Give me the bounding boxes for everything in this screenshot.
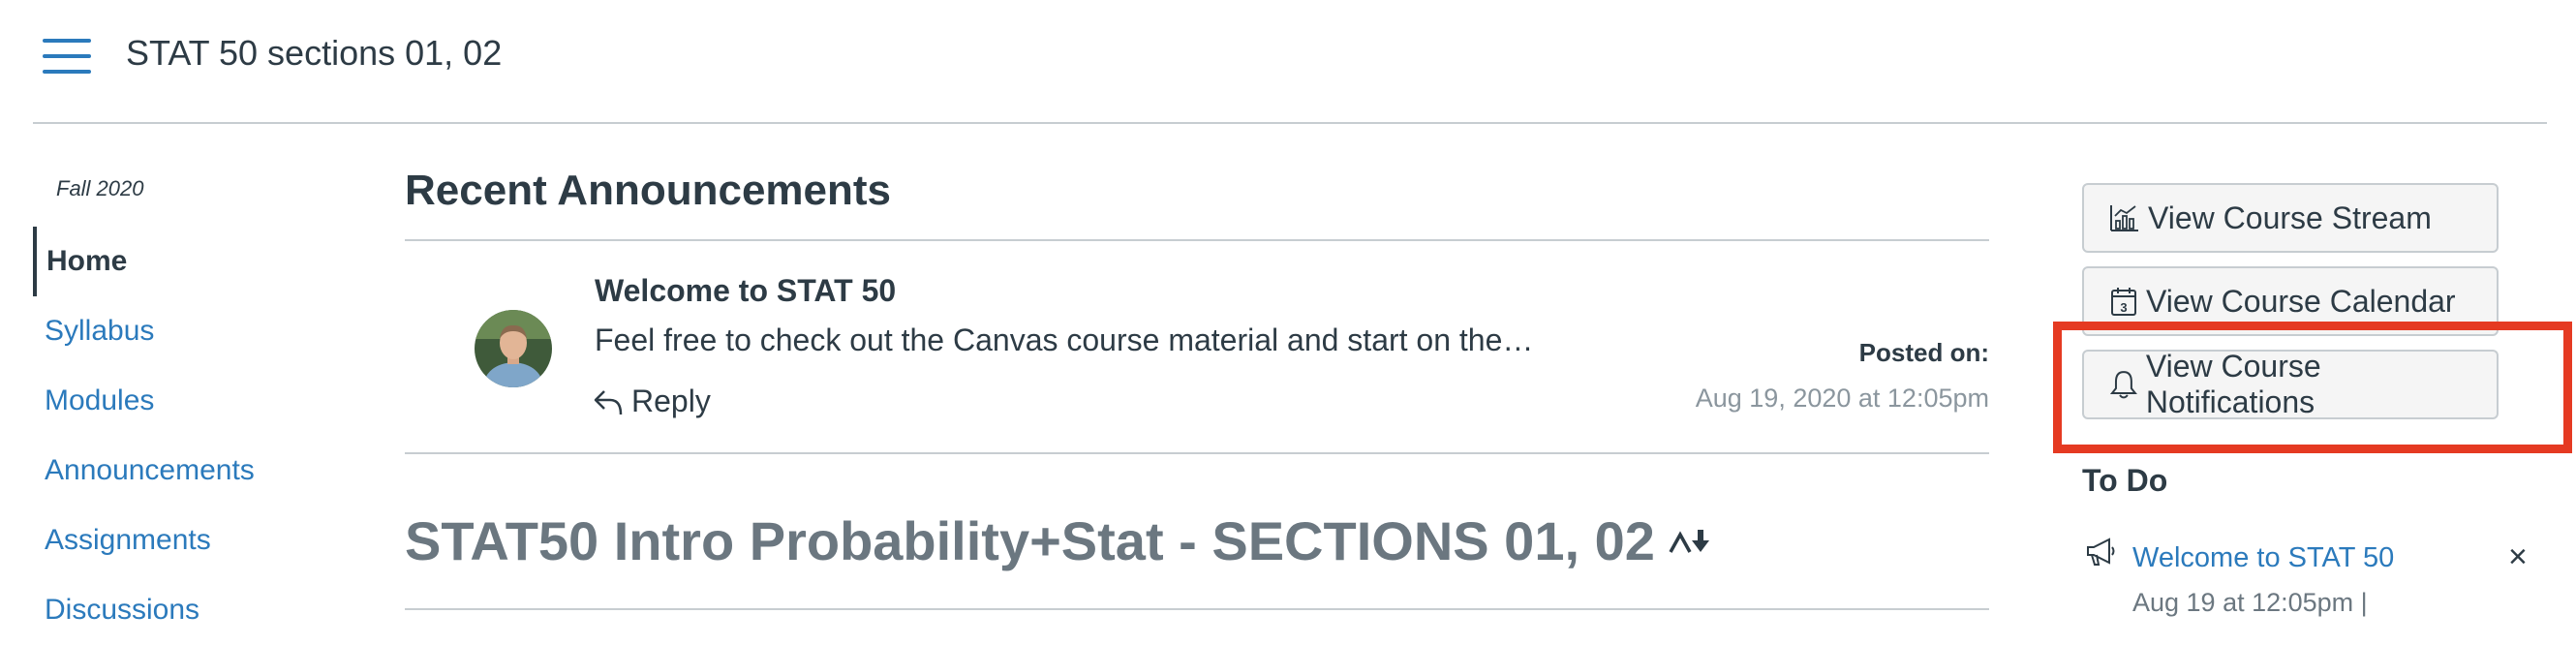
nav-item-assignments[interactable]: Assignments (33, 506, 323, 575)
course-title-text: STAT50 Intro Probability+Stat - SECTIONS… (405, 510, 1655, 571)
breadcrumb-course[interactable]: STAT 50 sections 01, 02 (126, 33, 502, 74)
sort-toggle-icon[interactable] (1669, 527, 1713, 556)
todo-item-meta: Aug 19 at 12:05pm | (2132, 588, 2368, 617)
reply-arrow-icon (594, 389, 623, 415)
announcement-snippet: Feel free to check out the Canvas course… (595, 322, 1534, 357)
divider (405, 452, 1989, 454)
nav-item-announcements[interactable]: Announcements (33, 436, 323, 506)
view-course-stream-button[interactable]: View Course Stream (2082, 183, 2499, 253)
todo-heading: To Do (2082, 463, 2168, 498)
nav-item-modules[interactable]: Modules (33, 366, 323, 436)
reply-label: Reply (631, 384, 711, 418)
author-avatar (475, 310, 552, 387)
posted-on-label: Posted on: (1858, 338, 1989, 367)
view-course-stream-label: View Course Stream (2148, 200, 2432, 235)
course-page-title: STAT50 Intro Probability+Stat - SECTIONS… (405, 509, 1713, 572)
term-label: Fall 2020 (56, 176, 144, 200)
calendar-icon: 3 (2111, 288, 2136, 316)
todo-item-link[interactable]: Welcome to STAT 50 (2132, 542, 2394, 574)
reply-button[interactable]: Reply (593, 384, 711, 419)
posted-date: Aug 19, 2020 at 12:05pm (1695, 384, 1989, 413)
dismiss-todo-button[interactable]: × (2508, 538, 2528, 576)
header-divider (33, 122, 2547, 124)
nav-item-syllabus[interactable]: Syllabus (33, 296, 323, 366)
highlight-box (2053, 322, 2572, 453)
announcement-title-link[interactable]: Welcome to STAT 50 (595, 273, 896, 309)
hamburger-menu-icon[interactable] (43, 37, 91, 76)
megaphone-icon (2084, 537, 2117, 572)
svg-text:3: 3 (2120, 300, 2127, 315)
stream-chart-icon (2110, 205, 2138, 231)
nav-item-home[interactable]: Home (33, 227, 323, 296)
divider (405, 608, 1989, 610)
recent-announcements-heading: Recent Announcements (405, 167, 892, 214)
nav-item-discussions[interactable]: Discussions (33, 575, 323, 645)
course-nav: Home Syllabus Modules Announcements Assi… (33, 227, 323, 645)
view-course-calendar-label: View Course Calendar (2146, 283, 2456, 319)
divider (405, 239, 1989, 241)
